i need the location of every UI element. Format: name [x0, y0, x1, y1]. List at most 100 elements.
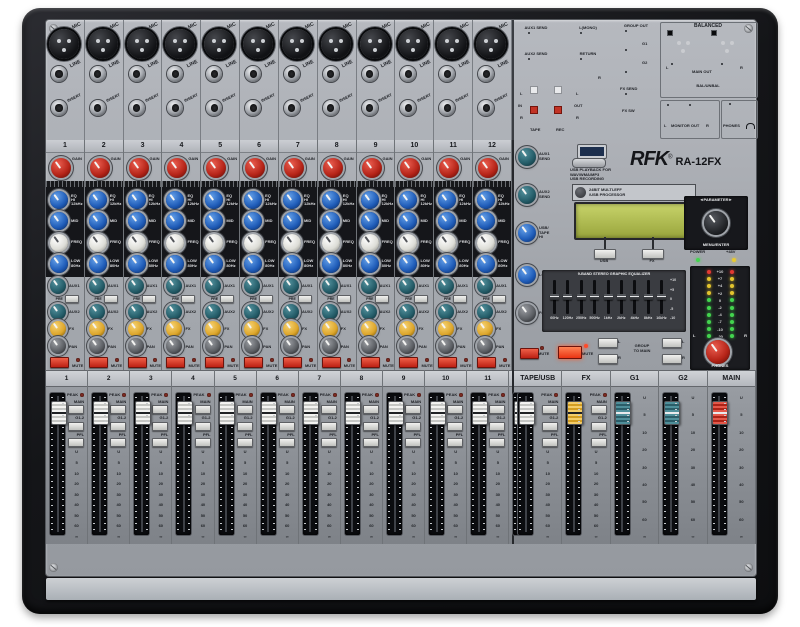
fader-track[interactable]	[176, 393, 191, 535]
main-assign-button[interactable]	[542, 405, 558, 414]
eq-freq-knob[interactable]	[361, 234, 379, 252]
pfl-button[interactable]	[542, 438, 558, 447]
aux2-knob[interactable]	[438, 304, 454, 320]
gain-knob[interactable]	[90, 158, 110, 178]
eq-hi-knob[interactable]	[244, 191, 262, 209]
pan-knob[interactable]	[244, 338, 260, 354]
eq-freq-knob[interactable]	[50, 234, 68, 252]
eq-freq-knob[interactable]	[438, 234, 456, 252]
eq-mid-knob[interactable]	[128, 212, 146, 230]
fx-knob[interactable]	[477, 321, 493, 337]
aux1-pre-button[interactable]	[220, 295, 234, 303]
fx-knob[interactable]	[399, 321, 415, 337]
geq-slider-cap[interactable]	[590, 294, 599, 300]
geq-slider[interactable]	[647, 280, 650, 314]
aux1-knob[interactable]	[50, 278, 66, 294]
pfl-button[interactable]	[489, 438, 505, 447]
pan-knob[interactable]	[50, 338, 66, 354]
group1-to-main-l-button[interactable]	[598, 338, 618, 348]
eq-low-knob[interactable]	[322, 255, 340, 273]
aux2-knob[interactable]	[477, 304, 493, 320]
mute-button[interactable]	[361, 357, 380, 368]
aux2-knob[interactable]	[399, 304, 415, 320]
group-assign-button[interactable]	[591, 422, 607, 431]
gain-knob[interactable]	[245, 158, 265, 178]
eq-low-knob[interactable]	[166, 255, 184, 273]
pan-knob[interactable]	[283, 338, 299, 354]
pan-knob[interactable]	[166, 338, 182, 354]
aux1-knob[interactable]	[128, 278, 144, 294]
eq-low-knob[interactable]	[128, 255, 146, 273]
gain-knob[interactable]	[362, 158, 382, 178]
aux1-pre-button[interactable]	[337, 295, 351, 303]
fader-cap[interactable]	[430, 401, 446, 425]
geq-slider-cap[interactable]	[604, 294, 613, 300]
aux2-knob[interactable]	[244, 304, 260, 320]
eq-mid-knob[interactable]	[205, 212, 223, 230]
master-aux2-send-knob[interactable]	[518, 186, 536, 204]
eq-hi-knob[interactable]	[399, 191, 417, 209]
eq-low-knob[interactable]	[399, 255, 417, 273]
fader-track[interactable]	[615, 393, 630, 535]
fx-knob[interactable]	[361, 321, 377, 337]
group-assign-button[interactable]	[363, 422, 379, 431]
eq-mid-knob[interactable]	[477, 212, 495, 230]
aux1-knob[interactable]	[361, 278, 377, 294]
mute-button[interactable]	[438, 357, 457, 368]
fx-knob[interactable]	[50, 321, 66, 337]
fader-track[interactable]	[303, 393, 318, 535]
fader-cap[interactable]	[93, 401, 109, 425]
phones-level-knob[interactable]	[706, 340, 730, 364]
eq-hi-knob[interactable]	[477, 191, 495, 209]
eq-freq-knob[interactable]	[322, 234, 340, 252]
pfl-button[interactable]	[279, 438, 295, 447]
eq-freq-knob[interactable]	[244, 234, 262, 252]
geq-slider[interactable]	[607, 280, 610, 314]
master-aux1-send-knob[interactable]	[518, 148, 536, 166]
pan-knob[interactable]	[477, 338, 493, 354]
aux2-knob[interactable]	[205, 304, 221, 320]
pan-knob[interactable]	[128, 338, 144, 354]
aux1-knob[interactable]	[477, 278, 493, 294]
eq-mid-knob[interactable]	[438, 212, 456, 230]
main-assign-button[interactable]	[321, 405, 337, 414]
eq-hi-knob[interactable]	[89, 191, 107, 209]
geq-slider[interactable]	[566, 280, 569, 314]
mute-button[interactable]	[477, 357, 496, 368]
group-assign-button[interactable]	[321, 422, 337, 431]
group-assign-button[interactable]	[195, 422, 211, 431]
aux2-knob[interactable]	[283, 304, 299, 320]
mute-button[interactable]	[205, 357, 224, 368]
eq-low-knob[interactable]	[89, 255, 107, 273]
group-assign-button[interactable]	[405, 422, 421, 431]
pfl-button[interactable]	[237, 438, 253, 447]
fx-knob[interactable]	[244, 321, 260, 337]
fader-track[interactable]	[429, 393, 444, 535]
fader-cap[interactable]	[51, 401, 67, 425]
fader-cap[interactable]	[712, 401, 728, 425]
eq-low-knob[interactable]	[50, 255, 68, 273]
eq-low-knob[interactable]	[244, 255, 262, 273]
aux1-pre-button[interactable]	[259, 295, 273, 303]
geq-slider-cap[interactable]	[644, 294, 653, 300]
aux2-knob[interactable]	[322, 304, 338, 320]
eq-low-knob[interactable]	[361, 255, 379, 273]
mute-button[interactable]	[322, 357, 341, 368]
fader-track[interactable]	[92, 393, 107, 535]
fader-cap[interactable]	[567, 401, 583, 425]
aux1-knob[interactable]	[283, 278, 299, 294]
eq-hi-knob[interactable]	[322, 191, 340, 209]
pan-knob[interactable]	[89, 338, 105, 354]
fx-knob[interactable]	[283, 321, 299, 337]
geq-slider[interactable]	[593, 280, 596, 314]
geq-slider-cap[interactable]	[577, 294, 586, 300]
aux1-pre-button[interactable]	[142, 295, 156, 303]
group-assign-button[interactable]	[152, 422, 168, 431]
eq-mid-knob[interactable]	[50, 212, 68, 230]
fader-cap[interactable]	[261, 401, 277, 425]
fader-track[interactable]	[345, 393, 360, 535]
eq-hi-knob[interactable]	[283, 191, 301, 209]
aux1-knob[interactable]	[89, 278, 105, 294]
fader-cap[interactable]	[615, 401, 631, 425]
mute-button[interactable]	[399, 357, 418, 368]
